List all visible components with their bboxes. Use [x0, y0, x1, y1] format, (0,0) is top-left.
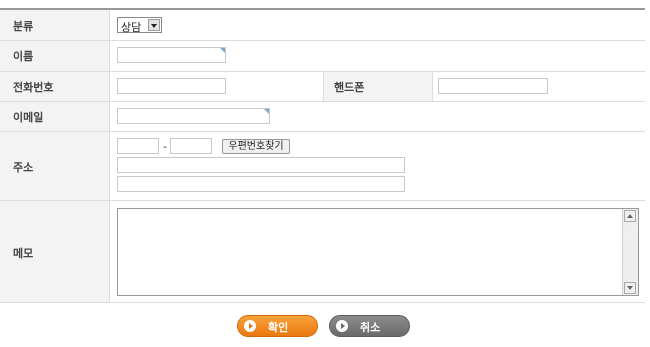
- confirm-button[interactable]: 확인: [237, 315, 318, 337]
- address-label: 주소: [13, 161, 34, 174]
- category-select[interactable]: 상담: [117, 17, 162, 34]
- label-cell: 메모: [0, 201, 110, 302]
- email-input[interactable]: [117, 108, 270, 124]
- label-cell: 핸드폰: [323, 72, 433, 101]
- label-cell: 이메일: [0, 102, 110, 131]
- phone-label: 전화번호: [13, 81, 54, 94]
- category-selected-value: 상담: [121, 21, 142, 34]
- name-input[interactable]: [117, 47, 226, 63]
- arrow-up-icon[interactable]: [624, 210, 636, 222]
- memo-label: 메모: [13, 247, 34, 260]
- play-circle-icon: [336, 320, 348, 332]
- mobile-label: 핸드폰: [334, 81, 365, 94]
- row-phone: 전화번호 핸드폰: [0, 72, 645, 102]
- confirm-button-label: 확인: [268, 321, 289, 334]
- mobile-input[interactable]: [438, 78, 548, 94]
- name-label: 이름: [13, 50, 34, 63]
- zipcode-separator: -: [163, 140, 167, 153]
- row-memo: 메모: [0, 201, 645, 303]
- row-address: 주소 - 우편번호찾기: [0, 132, 645, 201]
- email-label: 이메일: [13, 111, 44, 124]
- chevron-down-icon[interactable]: [148, 19, 160, 31]
- address-line1-input[interactable]: [117, 157, 405, 173]
- category-label: 분류: [13, 20, 34, 33]
- zipcode-first-input[interactable]: [117, 138, 159, 154]
- label-cell: 주소: [0, 132, 110, 200]
- zipcode-search-button[interactable]: 우편번호찾기: [222, 139, 290, 154]
- label-cell: 이름: [0, 41, 110, 71]
- phone-input[interactable]: [117, 78, 226, 94]
- row-name: 이름: [0, 41, 645, 72]
- label-cell: 분류: [0, 10, 110, 40]
- cancel-button[interactable]: 취소: [329, 315, 410, 337]
- row-category: 분류 상담: [0, 10, 645, 41]
- arrow-down-icon[interactable]: [624, 282, 636, 294]
- memo-textarea[interactable]: [117, 208, 639, 296]
- row-email: 이메일: [0, 102, 645, 132]
- play-circle-icon: [244, 320, 256, 332]
- memo-scrollbar[interactable]: [622, 209, 638, 295]
- address-line2-input[interactable]: [117, 176, 405, 192]
- cancel-button-label: 취소: [360, 321, 381, 334]
- zipcode-second-input[interactable]: [170, 138, 212, 154]
- label-cell: 전화번호: [0, 72, 110, 101]
